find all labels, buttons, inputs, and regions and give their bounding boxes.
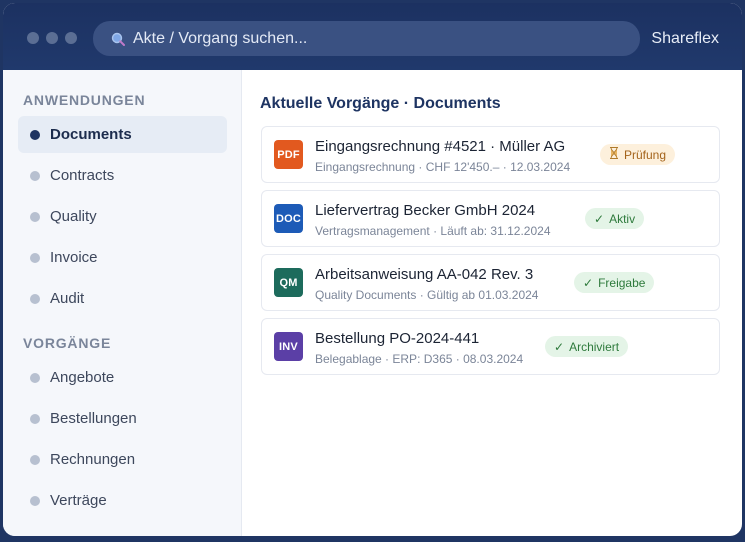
item-title: Arbeitsanweisung AA-042 Rev. 3 (315, 266, 534, 283)
list-item[interactable]: PDF Eingangsrechnung #4521 · Müller AG Ein… (261, 126, 720, 183)
file-type-icon: PDF (274, 140, 303, 169)
sidebar-item-label: Angebote (50, 369, 115, 386)
app-window: Akte / Vorgang suchen... Shareflex ANWEN… (3, 3, 742, 536)
item-subtitle: Quality Documents · Gültig ab 01.03.2024 (315, 288, 539, 302)
sidebar-item-label: Bestellungen (50, 410, 137, 427)
item-title: Bestellung PO-2024-441 (315, 330, 480, 347)
main-content: Aktuelle Vorgänge · Documents PDF Eingang… (242, 70, 742, 536)
sidebar-item-invoice[interactable]: Invoice (18, 239, 227, 276)
item-title: Liefervertrag Becker GmbH 2024 (315, 202, 536, 219)
search-input[interactable]: Akte / Vorgang suchen... (93, 21, 640, 56)
list-item[interactable]: QM Arbeitsanweisung AA-042 Rev. 3 Quality … (261, 254, 720, 311)
sidebar-item-label: Contracts (50, 167, 115, 184)
status-badge-label: Archiviert (569, 339, 620, 354)
sidebar-section-label: VORGÄNGE (23, 335, 112, 351)
hourglass-icon (609, 147, 619, 162)
bullet-icon (30, 495, 40, 506)
status-badge: Prüfung (600, 144, 676, 165)
bullet-icon (30, 252, 40, 263)
sidebar-item-label: Documents (50, 126, 132, 143)
file-type-icon: DOC (274, 204, 303, 233)
sidebar-item-rechnungen[interactable]: Rechnungen (18, 441, 227, 478)
bullet-icon (30, 129, 40, 140)
bullet-icon (30, 372, 40, 383)
item-subtitle: Eingangsrechnung · CHF 12'450.– · 12.03.… (315, 160, 571, 174)
checkmark-icon: ✓ (583, 275, 594, 290)
item-subtitle: Belegablage · ERP: D365 · 08.03.2024 (315, 352, 524, 366)
sidebar-item-contracts[interactable]: Contracts (18, 157, 227, 194)
file-type-icon: INV (274, 332, 303, 361)
sidebar-item-label: Quality (50, 208, 97, 225)
search-placeholder: Akte / Vorgang suchen... (133, 29, 308, 47)
item-subtitle: Vertragsmanagement · Läuft ab: 31.12.202… (315, 224, 551, 238)
sidebar-item-label: Rechnungen (50, 451, 136, 468)
status-badge: ✓ Freigabe (574, 272, 655, 293)
list-item[interactable]: INV Bestellung PO-2024-441 Belegablage · E… (261, 318, 720, 375)
sidebar-item-label: Verträge (50, 492, 107, 509)
status-badge-label: Prüfung (624, 147, 667, 162)
sidebar-item-bestellungen[interactable]: Bestellungen (18, 400, 227, 437)
search-icon (111, 32, 125, 46)
sidebar-item-angebote[interactable]: Angebote (18, 359, 227, 396)
status-badge-label: Freigabe (598, 275, 646, 290)
status-badge: ✓ Archiviert (545, 336, 629, 357)
sidebar-item-quality[interactable]: Quality (18, 198, 227, 235)
bullet-icon (30, 293, 40, 304)
bullet-icon (30, 413, 40, 424)
window-control-dot[interactable] (27, 32, 39, 44)
bullet-icon (30, 454, 40, 465)
sidebar-item-label: Invoice (50, 249, 98, 266)
list-item[interactable]: DOC Liefervertrag Becker GmbH 2024 Vertrag… (261, 190, 720, 247)
status-badge-label: Aktiv (609, 211, 636, 226)
window-control-dot[interactable] (65, 32, 77, 44)
bullet-icon (30, 170, 40, 181)
item-title: Eingangsrechnung #4521 · Müller AG (315, 138, 566, 155)
checkmark-icon: ✓ (594, 211, 605, 226)
sidebar: ANWENDUNGEN Documents Contracts Quality Invo… (3, 70, 242, 536)
brand-name: Shareflex (651, 30, 719, 47)
checkmark-icon: ✓ (554, 339, 565, 354)
bullet-icon (30, 211, 40, 222)
sidebar-item-label: Audit (50, 290, 85, 307)
sidebar-item-documents[interactable]: Documents (18, 116, 227, 153)
page-title: Aktuelle Vorgänge · Documents (260, 95, 501, 112)
sidebar-item-verträge[interactable]: Verträge (18, 482, 227, 519)
file-type-icon: QM (274, 268, 303, 297)
sidebar-section-label: ANWENDUNGEN (23, 92, 146, 108)
title-bar: Akte / Vorgang suchen... Shareflex (3, 3, 742, 70)
sidebar-item-audit[interactable]: Audit (18, 280, 227, 317)
status-badge: ✓ Aktiv (585, 208, 645, 229)
window-control-dot[interactable] (46, 32, 58, 44)
